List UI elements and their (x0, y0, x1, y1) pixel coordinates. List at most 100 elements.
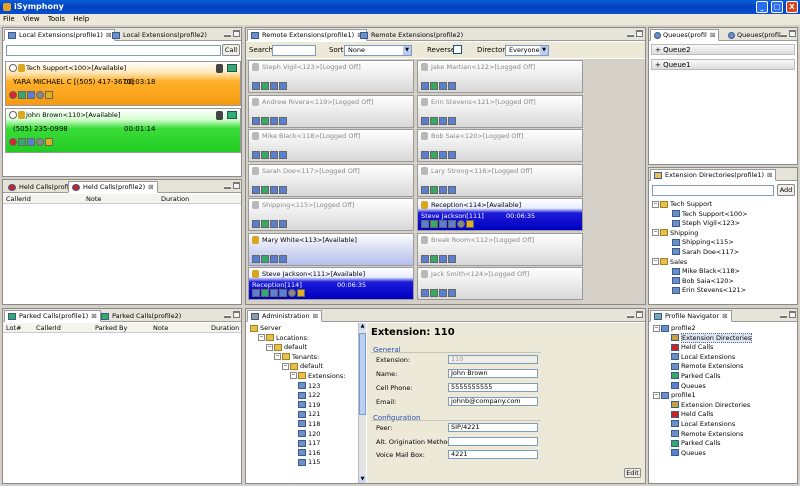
chat-icon[interactable] (439, 116, 447, 125)
phone-icon[interactable] (421, 116, 429, 125)
phone-icon[interactable] (421, 151, 429, 159)
tab-remote-ext-profile1[interactable]: Remote Extensions(profile1)⊠ (247, 29, 367, 41)
note-icon[interactable] (466, 220, 474, 228)
phone-icon[interactable] (252, 82, 260, 90)
tab-local-ext-profile1[interactable]: Local Extensions(profile1) ⊠ (4, 29, 116, 41)
voicemail-icon[interactable] (279, 185, 287, 194)
park-icon[interactable] (18, 138, 26, 146)
col-callerid[interactable]: CallerId (36, 323, 61, 333)
search-input[interactable] (272, 45, 316, 56)
phone-icon[interactable] (421, 289, 429, 297)
voicemail-icon[interactable] (279, 151, 287, 159)
chat-icon[interactable] (270, 151, 278, 159)
phone-icon[interactable] (421, 82, 429, 90)
transfer-icon[interactable] (430, 220, 438, 228)
voicemail-icon[interactable] (448, 220, 456, 228)
transfer-icon[interactable] (261, 185, 269, 194)
call-button[interactable]: Call (222, 44, 240, 56)
transfer-icon[interactable] (261, 116, 269, 125)
transfer-icon[interactable] (27, 138, 35, 146)
tenants-node[interactable]: − Tenants: (250, 353, 362, 363)
tab-close-icon[interactable]: ⊠ (91, 312, 96, 320)
voicemail-icon[interactable] (448, 289, 456, 297)
remote-extension-tile[interactable]: Shipping<115>[Logged Off] (248, 198, 414, 231)
directory-item[interactable]: Shipping<115> (652, 238, 796, 248)
extensions-node[interactable]: − Extensions: (250, 372, 362, 382)
maximize-button[interactable]: □ (771, 1, 783, 13)
admin-tree-scrollbar[interactable]: ▲ ▼ (358, 323, 366, 483)
scroll-down-icon[interactable]: ▼ (359, 476, 366, 483)
sort-select[interactable]: None ▼ (344, 45, 412, 56)
col-parked-by[interactable]: Parked By (95, 323, 127, 333)
remote-extension-tile[interactable]: Steph Vigil<123>[Logged Off] (248, 60, 414, 93)
remote-extension-tile[interactable]: Erin Stevens<121>[Logged Off] (417, 94, 583, 128)
tab-administration[interactable]: Administration ⊠ (247, 310, 323, 322)
chat-icon[interactable] (270, 116, 278, 125)
tenant-default-node[interactable]: − default (250, 362, 362, 372)
tab-close-icon[interactable]: ⊠ (313, 312, 318, 320)
transfer-icon[interactable] (261, 289, 269, 297)
scroll-thumb[interactable] (359, 333, 366, 415)
chat-icon[interactable] (439, 151, 447, 159)
panel-maximize-icon[interactable] (636, 30, 643, 37)
voicemail-icon[interactable] (448, 185, 456, 194)
chat-icon[interactable] (270, 185, 278, 194)
voicemail-icon[interactable] (279, 254, 287, 263)
collapse-icon[interactable]: − (266, 343, 273, 351)
transfer-icon[interactable] (430, 289, 438, 297)
directory-item[interactable]: Tech Support<100> (652, 210, 796, 220)
panel-maximize-icon[interactable] (636, 311, 643, 318)
reverse-checkbox[interactable] (453, 45, 462, 54)
chat-icon[interactable] (439, 254, 447, 263)
col-duration[interactable]: Duration (211, 323, 239, 333)
directory-item[interactable]: Sarah Doe<117> (652, 248, 796, 258)
tab-local-ext-profile2[interactable]: Local Extensions(profile2) (108, 29, 211, 41)
radio-icon[interactable] (9, 64, 17, 72)
transfer-icon[interactable] (430, 254, 438, 263)
record-icon[interactable] (288, 289, 296, 297)
note-icon[interactable] (297, 289, 305, 297)
voicemail-icon[interactable] (448, 151, 456, 159)
panel-minimize-icon[interactable] (627, 34, 634, 37)
voicemail-icon[interactable] (448, 116, 456, 125)
field-input[interactable]: johnb@company.com (448, 397, 538, 406)
panel-maximize-icon[interactable] (789, 311, 796, 318)
profile-item[interactable]: Local Extensions (653, 420, 797, 430)
col-lot[interactable]: Lot# (6, 323, 21, 333)
profile-item[interactable]: Queues (653, 382, 797, 392)
location-default-node[interactable]: − default (250, 343, 362, 353)
field-input[interactable]: 4221 (448, 450, 538, 459)
hangup-icon[interactable] (9, 91, 17, 99)
phone-icon[interactable] (252, 151, 260, 159)
record-icon[interactable] (36, 138, 44, 146)
profile-item[interactable]: Held Calls (653, 343, 797, 353)
voicemail-icon[interactable] (279, 116, 287, 125)
extension-node[interactable]: 123 (250, 382, 362, 392)
voicemail-icon[interactable] (279, 220, 287, 228)
locations-node[interactable]: − Locations: (250, 334, 362, 344)
local-extension-row[interactable]: Tech Support<100>[Available] YARA MICHAE… (5, 61, 241, 106)
radio-icon[interactable] (9, 111, 17, 119)
field-input[interactable]: 110 (448, 355, 538, 364)
panel-maximize-icon[interactable] (233, 311, 240, 318)
tab-held-profile2[interactable]: Held Calls(profile2) ⊠ (68, 181, 158, 193)
scroll-up-icon[interactable]: ▲ (359, 323, 366, 330)
add-directory-button[interactable]: Add (777, 184, 795, 196)
note-icon[interactable] (45, 91, 53, 99)
phone-icon[interactable] (252, 116, 260, 125)
extension-node[interactable]: 120 (250, 430, 362, 440)
chevron-down-icon[interactable]: ▼ (540, 46, 548, 55)
profile-item[interactable]: Held Calls (653, 410, 797, 420)
remote-extension-tile[interactable]: Andrew Rivera<119>[Logged Off] (248, 94, 414, 128)
transfer-icon[interactable] (430, 116, 438, 125)
phone-icon[interactable] (252, 185, 260, 194)
field-input[interactable]: SIP/4221 (448, 423, 538, 432)
chat-icon[interactable] (270, 254, 278, 263)
panel-maximize-icon[interactable] (233, 30, 240, 37)
panel-minimize-icon[interactable] (224, 186, 231, 189)
remote-extension-tile[interactable]: Break Room<112>[Logged Off] (417, 232, 583, 266)
voicemail-icon[interactable] (448, 82, 456, 90)
phone-icon[interactable] (252, 220, 260, 228)
extension-node[interactable]: 122 (250, 391, 362, 401)
extension-node[interactable]: 118 (250, 420, 362, 430)
